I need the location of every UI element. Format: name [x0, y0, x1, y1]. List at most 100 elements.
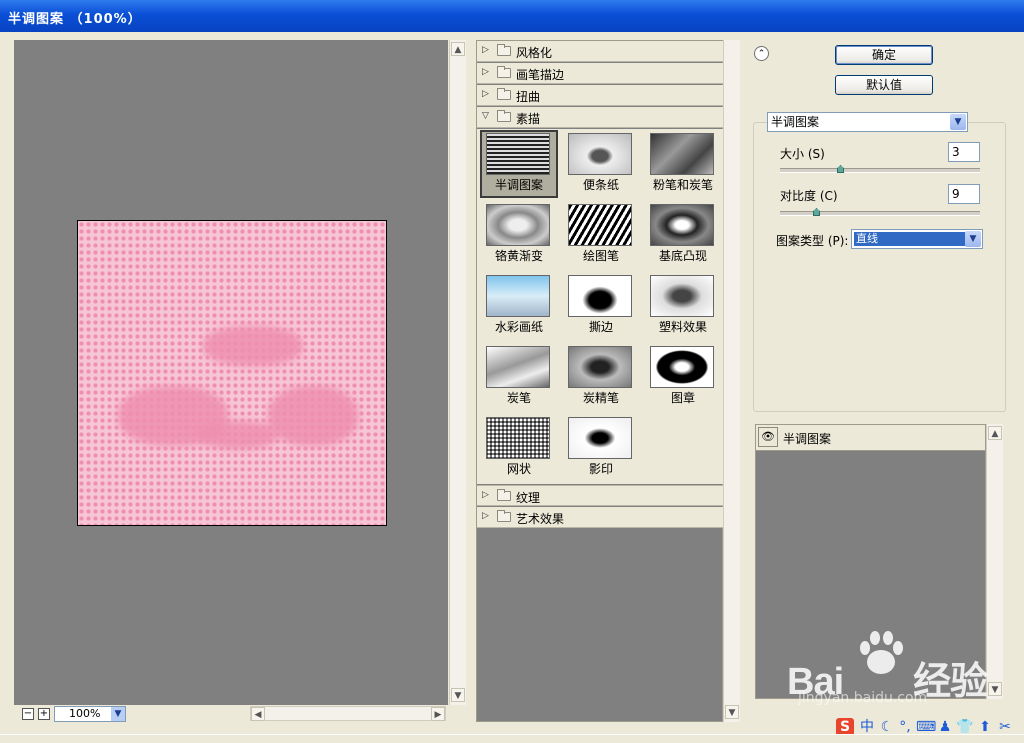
filter-preview-image: [486, 204, 550, 246]
category-label: 素描: [516, 112, 541, 126]
filter-label: 便条纸: [582, 178, 619, 192]
eye-icon[interactable]: 👁: [758, 427, 778, 447]
filter-thumb-torn-edges[interactable]: 撕边: [562, 272, 640, 340]
filter-label: 半调图案: [494, 178, 543, 192]
filter-preview-image: [486, 346, 550, 388]
chevron-down-icon[interactable]: ▼: [111, 707, 125, 721]
filter-label: 图章: [670, 391, 695, 405]
filter-thumb-halftone[interactable]: 半调图案: [480, 130, 558, 198]
filter-preview-image: [486, 133, 550, 175]
ok-button[interactable]: 确定: [835, 45, 933, 65]
chevron-down-icon[interactable]: ▼: [965, 231, 981, 247]
filter-preview-image: [650, 275, 714, 317]
filter-select[interactable]: 半调图案 ▼: [767, 112, 968, 132]
scroll-left-icon[interactable]: ◀: [251, 707, 265, 721]
expand-arrow-icon: ▷: [482, 490, 489, 500]
filter-thumb-chrome[interactable]: 铬黄渐变: [480, 201, 558, 269]
zoom-out-button[interactable]: −: [22, 708, 34, 720]
filter-thumb-stamp[interactable]: 图章: [644, 343, 722, 411]
category-distort[interactable]: ▷ 扭曲: [477, 85, 723, 106]
preview-vertical-scrollbar[interactable]: ▲ ▼: [449, 40, 466, 705]
expand-arrow-icon: ▷: [482, 89, 489, 99]
effect-layer-label: 半调图案: [783, 432, 832, 446]
category-sketch[interactable]: ▽ 素描: [477, 107, 723, 128]
filter-thumb-photocopy[interactable]: 影印: [562, 414, 640, 482]
category-brush-strokes[interactable]: ▷ 画笔描边: [477, 63, 723, 84]
filter-select-value: 半调图案: [771, 115, 820, 129]
filter-thumb-reticulation[interactable]: 网状: [480, 414, 558, 482]
category-texture[interactable]: ▷ 纹理: [477, 485, 723, 506]
open-folder-icon: [497, 110, 511, 122]
scroll-down-icon[interactable]: ▼: [725, 705, 739, 719]
zoom-value: 100%: [69, 707, 101, 720]
category-artistic[interactable]: ▷ 艺术效果: [477, 507, 723, 528]
contrast-slider[interactable]: [780, 211, 980, 216]
zoom-select[interactable]: 100% ▼: [54, 706, 126, 722]
title-bar: 半调图案 （100%）: [0, 0, 1024, 32]
filter-preview-image: [486, 417, 550, 459]
category-stylize[interactable]: ▷ 风格化: [477, 41, 723, 62]
effect-layer-row[interactable]: 👁 半调图案: [756, 425, 985, 451]
chevron-down-icon[interactable]: ▼: [950, 114, 966, 130]
filter-thumb-chalk-charcoal[interactable]: 粉笔和炭笔: [644, 130, 722, 198]
sketch-filter-grid: 半调图案 便条纸 粉笔和炭笔 铬黄渐变 绘图笔 基底凸现 水彩画纸 撕边 塑料效…: [477, 129, 723, 484]
folder-icon: [497, 88, 511, 100]
size-input[interactable]: 3: [948, 142, 980, 162]
pattern-type-select[interactable]: 直线 ▼: [851, 229, 983, 249]
filter-preview-image: [568, 275, 632, 317]
filter-label: 绘图笔: [582, 249, 619, 263]
filter-gallery: ▷ 风格化 ▷ 画笔描边 ▷ 扭曲 ▽ 素描 半调图案 便条纸 粉笔和炭笔 铬黄…: [476, 40, 723, 722]
filter-label: 粉笔和炭笔: [652, 178, 713, 192]
pattern-type-value: 直线: [854, 232, 966, 246]
expand-arrow-icon: ▷: [482, 67, 489, 77]
filter-preview-image: [650, 204, 714, 246]
expand-arrow-icon: ▷: [482, 511, 489, 521]
filter-preview-image: [486, 275, 550, 317]
scroll-down-icon[interactable]: ▼: [988, 682, 1002, 696]
preview-footer: − + 100% ▼ ◀ ▶: [14, 705, 466, 723]
category-label: 纹理: [516, 491, 541, 505]
filter-thumb-water-paper[interactable]: 水彩画纸: [480, 272, 558, 340]
category-label: 风格化: [516, 46, 553, 60]
contrast-input[interactable]: 9: [948, 184, 980, 204]
filter-thumb-note-paper[interactable]: 便条纸: [562, 130, 640, 198]
filter-preview-image: [568, 204, 632, 246]
folder-icon: [497, 44, 511, 56]
filter-preview-image: [650, 346, 714, 388]
default-button[interactable]: 默认值: [835, 75, 933, 95]
layers-vertical-scrollbar[interactable]: ▲ ▼: [986, 424, 1003, 699]
window-title: 半调图案 （100%）: [8, 12, 142, 27]
scroll-right-icon[interactable]: ▶: [431, 707, 445, 721]
preview-image: [77, 220, 387, 526]
preview-horizontal-scrollbar[interactable]: ◀ ▶: [250, 706, 446, 721]
filter-preview-image: [650, 133, 714, 175]
category-label: 扭曲: [516, 90, 541, 104]
category-label: 画笔描边: [516, 68, 565, 82]
filter-thumb-charcoal[interactable]: 炭笔: [480, 343, 558, 411]
zoom-in-button[interactable]: +: [38, 708, 50, 720]
filter-vertical-scrollbar[interactable]: ▼: [723, 40, 740, 722]
filter-preview-image: [568, 346, 632, 388]
scroll-up-icon[interactable]: ▲: [988, 426, 1002, 440]
filter-label: 塑料效果: [658, 320, 707, 334]
filter-thumb-plaster[interactable]: 塑料效果: [644, 272, 722, 340]
scroll-up-icon[interactable]: ▲: [451, 42, 465, 56]
preview-canvas[interactable]: [14, 40, 448, 705]
filter-thumb-conte-crayon[interactable]: 炭精笔: [562, 343, 640, 411]
filter-preview-image: [568, 133, 632, 175]
size-slider[interactable]: [780, 168, 980, 173]
filter-label: 基底凸现: [658, 249, 707, 263]
filter-thumb-bas-relief[interactable]: 基底凸现: [644, 201, 722, 269]
filter-label: 炭笔: [506, 391, 531, 405]
collapse-gallery-button[interactable]: ⌃: [754, 46, 769, 61]
filter-settings-group: [753, 122, 1006, 412]
filter-thumb-graphic-pen[interactable]: 绘图笔: [562, 201, 640, 269]
filter-label: 网状: [506, 462, 531, 476]
category-label: 艺术效果: [516, 512, 565, 526]
pattern-type-label: 图案类型 (P):: [776, 234, 849, 248]
scroll-down-icon[interactable]: ▼: [451, 688, 465, 702]
folder-icon: [497, 489, 511, 501]
filter-preview-image: [568, 417, 632, 459]
folder-icon: [497, 66, 511, 78]
size-label: 大小 (S): [780, 147, 825, 161]
